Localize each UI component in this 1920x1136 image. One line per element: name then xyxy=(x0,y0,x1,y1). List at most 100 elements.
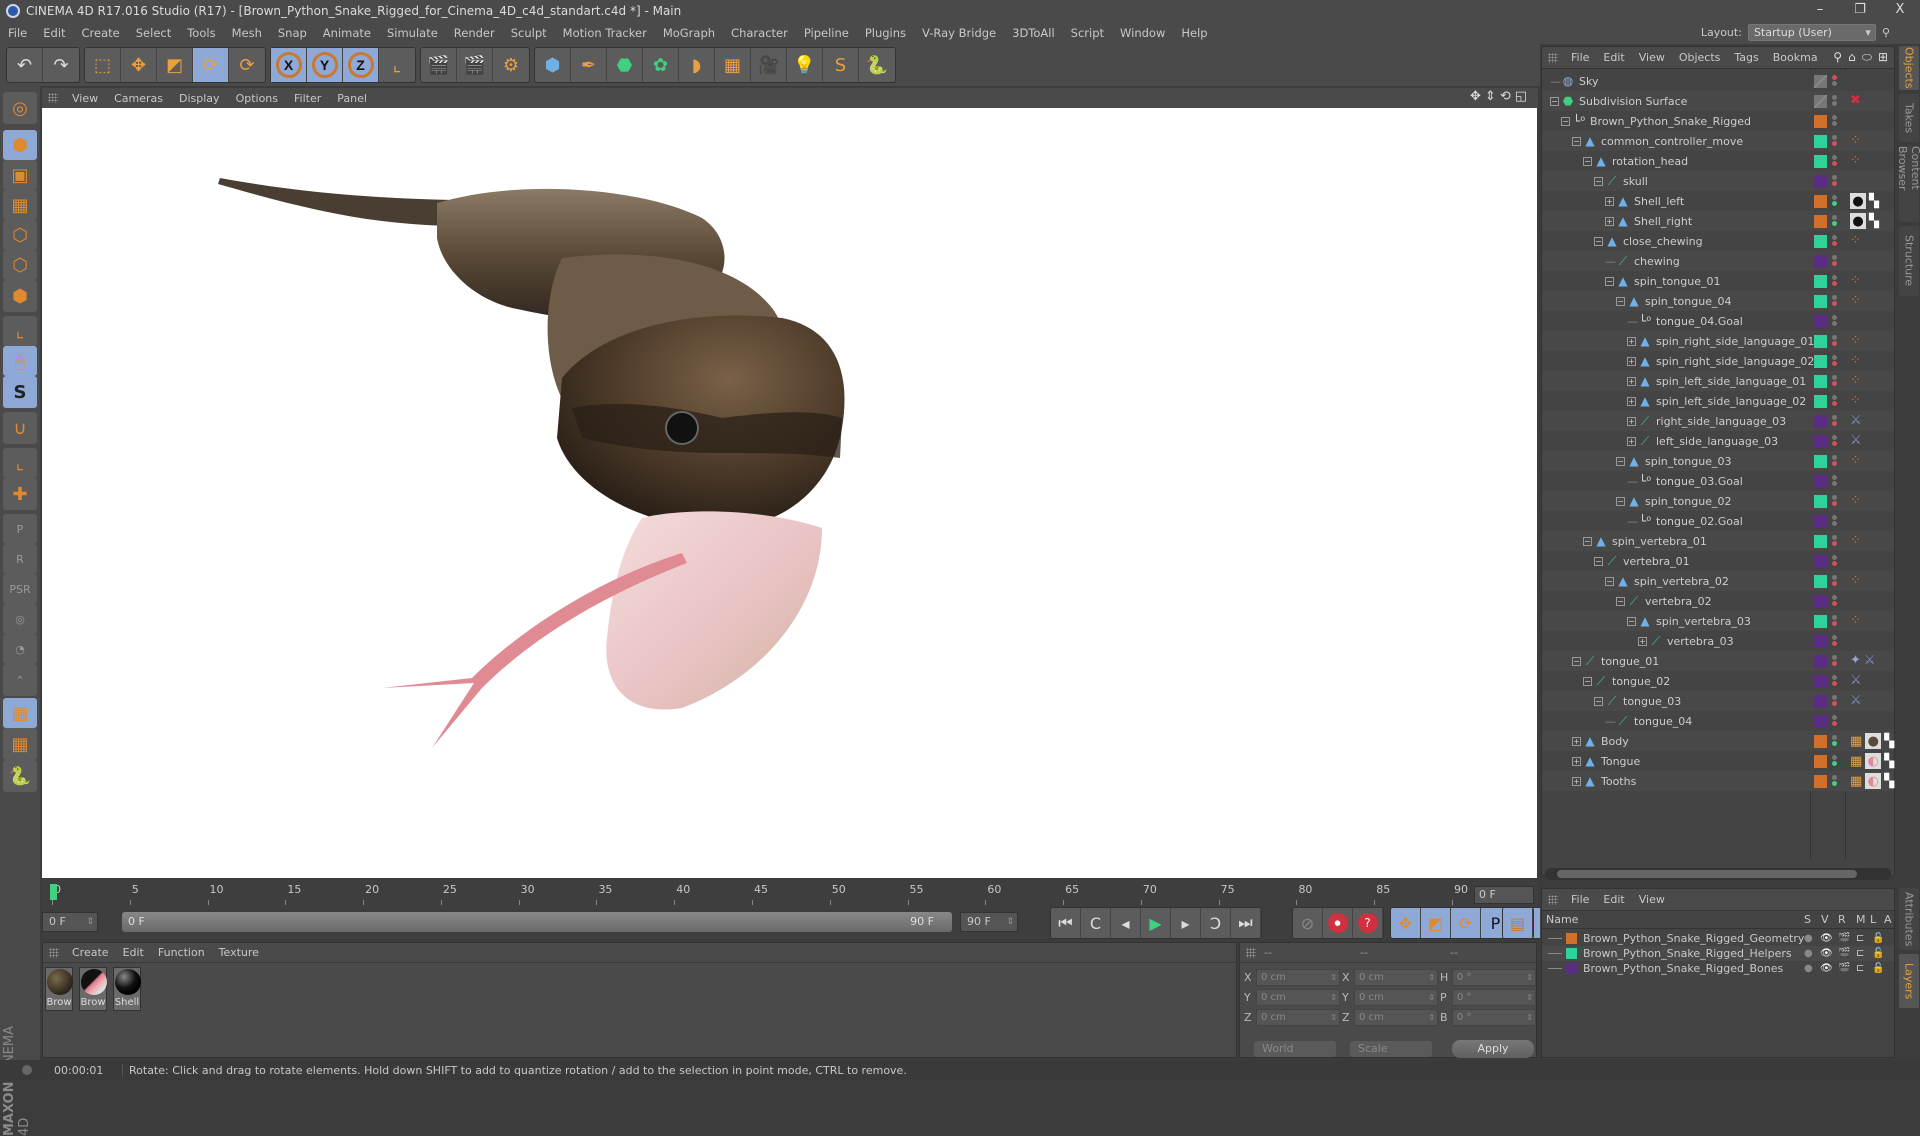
material-swatch[interactable]: Brow xyxy=(79,967,107,1011)
panel-grip[interactable] xyxy=(1548,52,1558,63)
object-row[interactable]: − ▲ spin_tongue_01 ⁘ xyxy=(1542,271,1894,291)
visibility-toggle[interactable] xyxy=(1832,194,1838,207)
live-selection-button[interactable]: ⬚ xyxy=(85,48,121,82)
solo-toggle-icon[interactable]: ● xyxy=(1804,963,1813,974)
python-button[interactable]: 🐍 xyxy=(859,48,895,82)
phong-tag-icon[interactable]: ▦ xyxy=(1850,754,1862,769)
dolly-icon[interactable]: ⇕ xyxy=(1485,89,1496,104)
cloner-button[interactable]: ✿ xyxy=(643,48,679,82)
collapse-icon[interactable]: − xyxy=(1583,676,1592,686)
object-row[interactable]: — ⟋ chewing xyxy=(1542,251,1894,271)
go-to-start-button[interactable]: ⏮ xyxy=(1051,908,1081,938)
world-model-button[interactable]: ◎ xyxy=(3,92,37,124)
key-point-level-button[interactable]: ◎ xyxy=(3,604,37,634)
timeline-icon[interactable]: ▤ xyxy=(1503,908,1533,938)
sketch-toon-button[interactable]: S xyxy=(823,48,859,82)
object-name[interactable]: spin_tongue_04 xyxy=(1645,295,1731,308)
start-frame-field[interactable]: 0 F ⇕ xyxy=(42,912,98,932)
key-psr-button[interactable]: PSR xyxy=(3,574,37,604)
restore-button[interactable]: ❐ xyxy=(1840,0,1880,20)
visibility-toggle[interactable] xyxy=(1832,614,1838,627)
layer-menu-edit[interactable]: Edit xyxy=(1596,893,1631,906)
column-solo[interactable]: S xyxy=(1804,913,1811,926)
workplane-button[interactable]: ⌞ xyxy=(3,448,37,478)
constraint-tag-icon[interactable]: ⚔ xyxy=(1864,653,1876,668)
object-row[interactable]: — ⟋ tongue_04 xyxy=(1542,711,1894,731)
object-row[interactable]: — └⁰ tongue_04.Goal xyxy=(1542,311,1894,331)
visibility-toggle[interactable] xyxy=(1832,734,1838,747)
object-row[interactable]: − ⟋ tongue_02 ⚔ xyxy=(1542,671,1894,691)
object-menu-view[interactable]: View xyxy=(1632,51,1672,64)
collapse-icon[interactable]: − xyxy=(1605,276,1614,286)
visibility-toggle[interactable] xyxy=(1832,154,1838,167)
collapse-icon[interactable]: − xyxy=(1583,536,1592,546)
menu-select[interactable]: Select xyxy=(128,26,179,40)
visibility-toggle[interactable] xyxy=(1832,134,1838,147)
lock-toggle-icon[interactable]: 🔓 xyxy=(1872,948,1884,959)
panel-grip[interactable] xyxy=(49,947,59,958)
object-row[interactable]: + ▲ Shell_left ● ▚ xyxy=(1542,191,1894,211)
visibility-toggle[interactable] xyxy=(1832,394,1838,407)
record-active-objects-button[interactable]: ⊘ xyxy=(1293,908,1323,938)
layer-name[interactable]: Brown_Python_Snake_Rigged_Bones xyxy=(1583,962,1783,975)
layer-row[interactable]: Brown_Python_Snake_Rigged_Bones ● 👁 🎬 ⊏ 🔓 xyxy=(1542,961,1894,976)
expand-icon[interactable]: + xyxy=(1627,336,1636,346)
ik-tag-icon[interactable]: ⁘ xyxy=(1850,153,1861,168)
python-script-button[interactable]: 🐍 xyxy=(3,760,37,792)
layer-color-swatch[interactable] xyxy=(1814,175,1827,188)
visibility-toggle[interactable] xyxy=(1832,414,1838,427)
object-name[interactable]: spin_vertebra_01 xyxy=(1612,535,1707,548)
object-row[interactable]: − ▲ spin_tongue_04 ⁘ xyxy=(1542,291,1894,311)
orbit-icon[interactable]: ⟲ xyxy=(1500,89,1511,104)
phong-tag-icon[interactable]: ▦ xyxy=(1850,774,1862,789)
object-row[interactable]: − ⟋ tongue_01 ✦ ⚔ xyxy=(1542,651,1894,671)
menu-motion-tracker[interactable]: Motion Tracker xyxy=(555,26,655,40)
checker-tag-icon[interactable]: ▚ xyxy=(1869,194,1879,209)
object-name[interactable]: spin_right_side_language_02 xyxy=(1656,355,1814,368)
key-pla-button[interactable]: ⌃ xyxy=(3,664,37,696)
points-mode-button[interactable]: ⬡ xyxy=(3,220,37,250)
expand-icon[interactable]: + xyxy=(1572,736,1581,746)
autokeying-button[interactable]: ⏺ xyxy=(1323,908,1353,938)
move-button[interactable]: ✥ xyxy=(121,48,157,82)
object-name[interactable]: spin_tongue_01 xyxy=(1634,275,1720,288)
cube-button[interactable]: ⬢ xyxy=(535,48,571,82)
object-name[interactable]: skull xyxy=(1623,175,1648,188)
deformer-button[interactable]: ◗ xyxy=(679,48,715,82)
object-row[interactable]: − ▲ spin_tongue_02 ⁘ xyxy=(1542,491,1894,511)
menu-animate[interactable]: Animate xyxy=(315,26,379,40)
end-frame-field[interactable]: 90 F ⇕ xyxy=(960,912,1018,932)
panel-grip[interactable] xyxy=(1548,894,1558,905)
key-position-button[interactable]: P xyxy=(3,514,37,544)
spline-ik-tag-icon[interactable]: ✦ xyxy=(1850,653,1861,668)
manager-toggle-icon[interactable]: ⊏ xyxy=(1856,963,1864,974)
y-axis-button[interactable]: Y xyxy=(307,48,343,82)
visible-toggle-icon[interactable]: 👁 xyxy=(1820,948,1833,959)
layer-name[interactable]: Brown_Python_Snake_Rigged_Geometry xyxy=(1583,932,1804,945)
object-row[interactable]: − ⟋ skull xyxy=(1542,171,1894,191)
object-row[interactable]: + ▲ Body ▦ ● ▚ xyxy=(1542,731,1894,751)
key-rotation-button[interactable]: R xyxy=(3,544,37,574)
light-button[interactable]: 💡 xyxy=(787,48,823,82)
visibility-toggle[interactable] xyxy=(1832,694,1838,707)
object-name[interactable]: right_side_language_03 xyxy=(1656,415,1786,428)
menu-create[interactable]: Create xyxy=(74,26,128,40)
collapse-icon[interactable]: − xyxy=(1605,576,1614,586)
layer-color-swatch[interactable] xyxy=(1814,375,1827,388)
lock-workplane-button[interactable]: ✚ xyxy=(3,478,37,510)
preview-range-slider[interactable]: 0 F 90 F xyxy=(122,912,952,932)
collapse-icon[interactable]: − xyxy=(1594,176,1603,186)
link-icon[interactable]: ⬭ xyxy=(1862,50,1872,65)
object-row[interactable]: + ▲ spin_right_side_language_02 ⁘ xyxy=(1542,351,1894,371)
apply-button[interactable]: Apply xyxy=(1452,1040,1534,1058)
search-icon[interactable]: ⚲ xyxy=(1833,50,1842,65)
collapse-icon[interactable]: − xyxy=(1583,156,1592,166)
home-icon[interactable]: ⌂ xyxy=(1848,50,1856,65)
visibility-toggle[interactable] xyxy=(1832,714,1838,727)
axis-mode-button[interactable]: ⌞ xyxy=(3,316,37,346)
layer-color-swatch[interactable] xyxy=(1566,933,1577,944)
layer-color-swatch[interactable] xyxy=(1814,115,1827,128)
visibility-toggle[interactable] xyxy=(1832,314,1838,327)
previous-key-button[interactable]: C xyxy=(1081,908,1111,938)
layer-color-swatch[interactable] xyxy=(1814,315,1827,328)
